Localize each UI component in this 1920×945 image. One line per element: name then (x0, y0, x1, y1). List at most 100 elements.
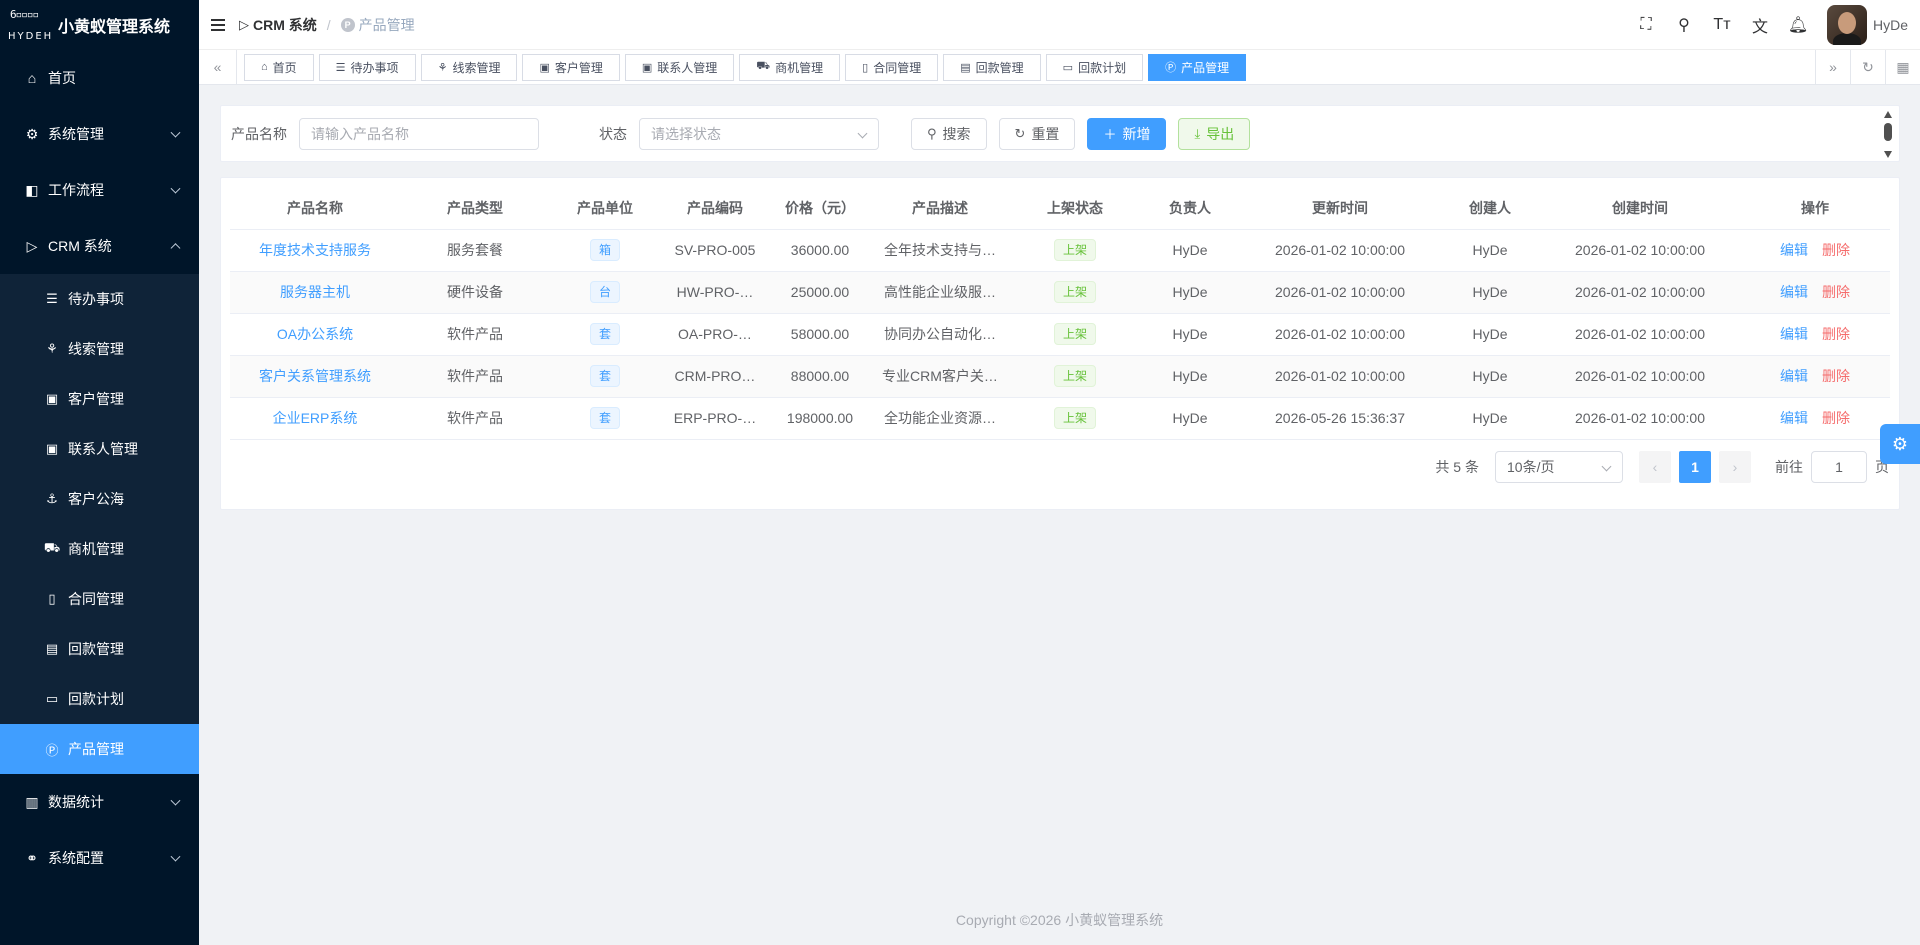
bell-icon[interactable]: 🔔︎ (1779, 15, 1817, 35)
edit-button[interactable]: 编辑 (1780, 242, 1808, 258)
product-price: 36000.00 (770, 229, 870, 272)
product-name-link[interactable]: 企业ERP系统 (230, 397, 400, 440)
edit-button[interactable]: 编辑 (1780, 326, 1808, 342)
translate-icon[interactable]: 文 (1741, 13, 1779, 37)
sidebar-item-home[interactable]: ⌂ 首页 (0, 50, 199, 106)
delete-button[interactable]: 删除 (1822, 368, 1850, 384)
sidebar-item-receivables[interactable]: ▤ 回款管理 (0, 624, 199, 674)
username[interactable]: HyDe (1873, 17, 1908, 33)
tab-contracts[interactable]: ▯ 合同管理 (845, 53, 939, 81)
delete-button[interactable]: 删除 (1822, 326, 1850, 342)
unit-tag: 套 (589, 407, 620, 429)
product-name-link[interactable]: 客户关系管理系统 (230, 355, 400, 398)
avatar[interactable] (1826, 4, 1867, 45)
created-time: 2026-01-02 10:00:00 (1540, 397, 1740, 440)
product-type: 软件产品 (400, 313, 550, 356)
tab-home[interactable]: ⌂ 首页 (244, 53, 314, 81)
refresh-icon[interactable]: ↻ (1850, 49, 1885, 85)
edit-button[interactable]: 编辑 (1780, 410, 1808, 426)
created-time: 2026-01-02 10:00:00 (1540, 313, 1740, 356)
page-size-select[interactable]: 10条/页 (1495, 451, 1623, 483)
product-name-link[interactable]: 年度技术支持服务 (230, 229, 400, 272)
goto-page-input[interactable]: 1 (1811, 451, 1867, 483)
status-cell: 上架 (1010, 355, 1140, 398)
delete-button[interactable]: 删除 (1822, 410, 1850, 426)
creator: HyDe (1440, 271, 1540, 314)
sidebar-item-label: 联系人管理 (68, 441, 138, 457)
sidebar-item-contracts[interactable]: ▯ 合同管理 (0, 574, 199, 624)
tab-todo[interactable]: ☰ 待办事项 (318, 53, 416, 81)
sidebar-item-customer-pool[interactable]: ⚓ 客户公海 (0, 474, 199, 524)
table-row: OA办公系统 软件产品 套 OA-PRO-… 58000.00 协同办公自动化…… (230, 313, 1890, 356)
sidebar-item-config[interactable]: ⚭ 系统配置 (0, 830, 199, 886)
sidebar-item-receivable-plan[interactable]: ▭ 回款计划 (0, 674, 199, 724)
created-time: 2026-01-02 10:00:00 (1540, 271, 1740, 314)
next-page-button[interactable]: › (1719, 451, 1751, 483)
customer-icon: ▣ (539, 61, 550, 74)
search-button[interactable]: ⚲ 搜索 (911, 117, 987, 150)
sidebar-item-label: 工作流程 (48, 182, 104, 198)
product-code: HW-PRO-… (660, 271, 770, 314)
updated-time: 2026-01-02 10:00:00 (1240, 271, 1440, 314)
sidebar-item-todo[interactable]: ☰ 待办事项 (0, 274, 199, 324)
sidebar-item-crm[interactable]: ▷ CRM 系统 (0, 218, 199, 274)
breadcrumb-root[interactable]: CRM 系统 (253, 15, 317, 35)
tab-receivable-plan[interactable]: ▭ 回款计划 (1045, 53, 1144, 81)
tab-leads[interactable]: ⚘ 线索管理 (420, 53, 518, 81)
owner: HyDe (1140, 229, 1240, 272)
delete-button[interactable]: 删除 (1822, 284, 1850, 300)
delete-button[interactable]: 删除 (1822, 242, 1850, 258)
contact-icon: ▣ (45, 441, 59, 456)
placeholder: 请选择状态 (651, 125, 721, 142)
tab-label: 客户管理 (554, 60, 603, 75)
sidebar-item-products[interactable]: Ⓟ 产品管理 (0, 724, 199, 774)
contact-icon: ▣ (641, 61, 653, 74)
sidebar-item-label: 合同管理 (68, 591, 124, 607)
reset-button[interactable]: ↻ 重置 (998, 117, 1076, 150)
product-unit: 套 (550, 397, 660, 440)
tab-opportunities[interactable]: ⛟ 商机管理 (739, 53, 841, 81)
menu-toggle-icon[interactable] (211, 16, 225, 34)
edit-button[interactable]: 编辑 (1780, 368, 1808, 384)
scrollbar[interactable] (1883, 106, 1893, 163)
tab-contacts[interactable]: ▣ 联系人管理 (624, 53, 735, 81)
receivable-icon: ▤ (45, 641, 59, 656)
chevron-up-icon (170, 243, 181, 254)
tab-products[interactable]: Ⓟ 产品管理 (1148, 53, 1247, 81)
list-icon: ☰ (335, 61, 346, 74)
sidebar-item-customers[interactable]: ▣ 客户管理 (0, 374, 199, 424)
product-desc: 全功能企业资源… (870, 397, 1010, 440)
sidebar-item-opportunities[interactable]: ⛟ 商机管理 (0, 524, 199, 574)
prev-page-button[interactable]: ‹ (1639, 451, 1671, 483)
logo[interactable]: 6▫▫▫▫ HYDEH 小黄蚁管理系统 (0, 0, 199, 50)
sidebar-item-system[interactable]: ⚙ 系统管理 (0, 106, 199, 162)
product-name-link[interactable]: 服务器主机 (230, 271, 400, 314)
export-button[interactable]: ⤓ 导出 (1178, 117, 1251, 150)
edit-button[interactable]: 编辑 (1780, 284, 1808, 300)
status-select[interactable]: 请选择状态 (639, 117, 879, 150)
sidebar-item-contacts[interactable]: ▣ 联系人管理 (0, 424, 199, 474)
table-row: 服务器主机 硬件设备 台 HW-PRO-… 25000.00 高性能企业级服… … (230, 271, 1890, 314)
page-number-button[interactable]: 1 (1679, 451, 1711, 483)
bus-icon: ⛟ (756, 60, 771, 72)
settings-gear-icon[interactable]: ⚙ (1880, 424, 1920, 464)
sidebar-item-label: 客户管理 (68, 391, 124, 407)
sidebar-item-workflow[interactable]: ◧ 工作流程 (0, 162, 199, 218)
product-name-link[interactable]: OA办公系统 (230, 313, 400, 356)
tabs-scroll-left-icon[interactable]: « (199, 49, 237, 85)
add-button[interactable]: ＋ 新增 (1087, 117, 1167, 150)
tab-customers[interactable]: ▣ 客户管理 (522, 53, 620, 81)
product-desc: 协同办公自动化… (870, 313, 1010, 356)
font-size-icon[interactable]: Tт (1703, 16, 1741, 34)
tabs-scroll-right-icon[interactable]: » (1815, 49, 1850, 85)
search-icon[interactable]: ⚲ (1665, 15, 1703, 35)
fullscreen-icon[interactable]: ⛶ (1627, 16, 1665, 34)
status-badge: 上架 (1053, 239, 1096, 261)
product-type: 服务套餐 (400, 229, 550, 272)
grid-menu-icon[interactable]: ▦ (1885, 49, 1920, 85)
sidebar-item-leads[interactable]: ⚘ 线索管理 (0, 324, 199, 374)
unit-tag: 箱 (589, 239, 620, 261)
sidebar-item-statistics[interactable]: ▥ 数据统计 (0, 774, 199, 830)
product-name-input[interactable]: 请输入产品名称 (299, 117, 539, 150)
tab-receivables[interactable]: ▤ 回款管理 (943, 53, 1041, 81)
